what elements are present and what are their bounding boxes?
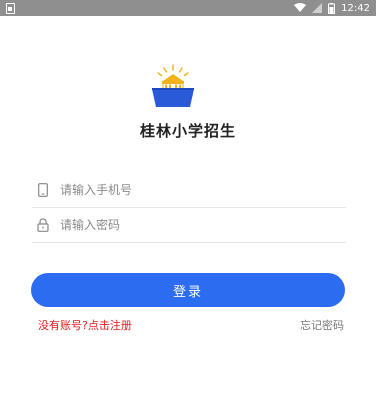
lock-icon (34, 216, 52, 234)
phone-input[interactable] (60, 177, 320, 202)
password-input[interactable] (60, 212, 320, 237)
status-time: 12:42 (341, 2, 370, 14)
sim-card-icon (6, 2, 15, 14)
signal-icon (312, 3, 323, 13)
phone-icon (34, 181, 52, 199)
password-field[interactable] (32, 207, 346, 243)
login-button[interactable]: 登录 (31, 273, 345, 307)
app-title: 桂林小学招生 (139, 122, 236, 140)
school-logo-icon (150, 64, 196, 108)
battery-icon (328, 2, 336, 14)
wifi-icon (294, 3, 307, 13)
register-link[interactable]: 没有账号?点击注册 (38, 317, 132, 333)
forgot-password-link[interactable]: 忘记密码 (300, 317, 344, 333)
phone-field[interactable] (32, 172, 346, 208)
status-bar: 12:42 (0, 0, 376, 16)
